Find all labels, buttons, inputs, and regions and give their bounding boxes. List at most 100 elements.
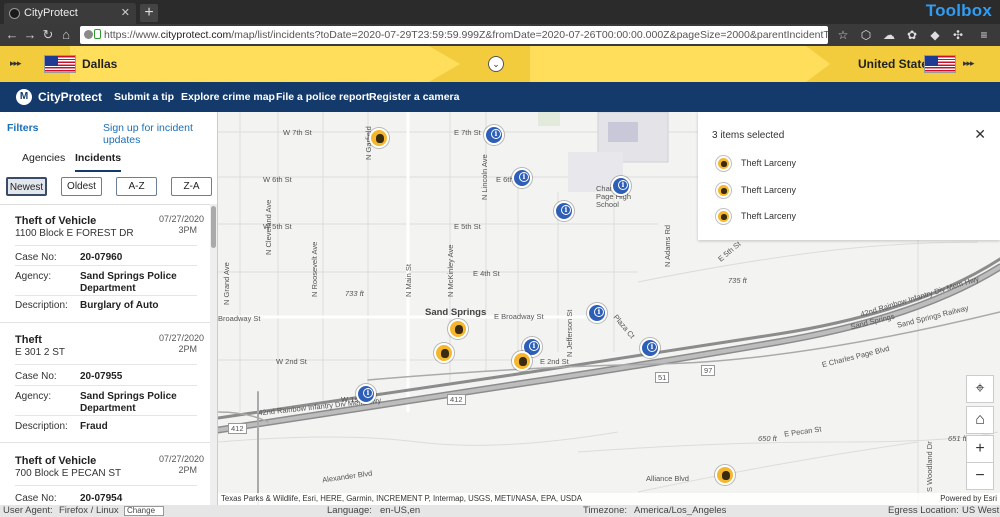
incident-date-value: 07/27/2020 [159, 333, 205, 343]
incident-title: Theft of Vehicle [15, 455, 97, 467]
bookmark-star-icon[interactable]: ☆ [835, 27, 851, 43]
browser-tab[interactable]: CityProtect ✕ [4, 3, 136, 24]
basemap-icon[interactable]: ⌂ [966, 406, 994, 434]
egress-value: US West [962, 505, 1000, 516]
incident-date-value: 07/27/2020 [159, 214, 205, 224]
theft-pin[interactable] [715, 465, 735, 485]
sort-oldest-button[interactable]: Oldest [61, 177, 102, 196]
selection-panel: 3 items selected ✕ Theft Larceny Theft L… [698, 112, 1000, 240]
nav-police-report[interactable]: File a police report [276, 91, 369, 103]
selection-item[interactable]: Theft Larceny [716, 209, 796, 224]
street-label: W 2nd St [276, 357, 307, 366]
nav-submit-tip[interactable]: Submit a tip [114, 91, 174, 103]
street-label: N Grand Ave [222, 262, 231, 305]
agency-label: Agency: [15, 271, 52, 282]
selection-item-label: Theft Larceny [741, 157, 797, 168]
incident-title: Theft of Vehicle [15, 215, 97, 227]
divider [15, 385, 197, 386]
sidebar-scrollbar[interactable] [210, 204, 217, 505]
street-label: N McKinley Ave [446, 244, 455, 297]
divider [15, 295, 197, 296]
url-domain: cityprotect.com [160, 29, 232, 41]
incident-info-pin[interactable] [356, 384, 376, 404]
status-bar: User Agent: Firefox / Linux Change Langu… [0, 505, 1000, 517]
filters-link[interactable]: Filters [7, 122, 39, 134]
street-label: W 6th St [263, 175, 292, 184]
street-label: E 4th St [473, 269, 500, 278]
street-label: E 2nd St [540, 357, 569, 366]
sort-newest-button[interactable]: Newest [6, 177, 47, 196]
addon-icon[interactable]: ✣ [950, 27, 966, 43]
back-icon[interactable]: ← [4, 26, 20, 43]
tag-icon[interactable]: ◆ [927, 27, 943, 43]
description-value: Fraud [80, 421, 108, 432]
nav-explore-map[interactable]: Explore crime map [181, 91, 275, 103]
incident-card[interactable]: Theft of Vehicle 700 Block E PECAN ST 07… [0, 443, 210, 505]
sort-za-button[interactable]: Z-A [171, 177, 212, 196]
forward-icon[interactable]: → [22, 26, 38, 43]
elevation-label: 733 ft [345, 289, 364, 298]
address-bar[interactable]: https://www.cityprotect.com/map/list/inc… [80, 26, 828, 44]
reload-icon[interactable]: ↻ [40, 26, 56, 43]
change-select[interactable]: Change [124, 506, 164, 516]
street-label: S Woodland Dr [925, 441, 934, 492]
elevation-label: 735 ft [728, 276, 747, 285]
incident-time: 3PM [178, 225, 197, 235]
incident-card[interactable]: Theft of Vehicle 1100 Block E FOREST DR … [0, 205, 210, 323]
incident-info-pin[interactable] [611, 176, 631, 196]
city-label: Sand Springs [425, 307, 487, 318]
selection-item[interactable]: Theft Larceny [716, 156, 796, 171]
incident-info-pin[interactable] [554, 201, 574, 221]
menu-icon[interactable]: ≡ [976, 27, 992, 43]
info-icon[interactable] [84, 30, 93, 39]
pocket-icon[interactable]: ⬡ [858, 27, 874, 43]
close-tab-icon[interactable]: ✕ [121, 3, 130, 24]
crime-map[interactable]: W 7th St E 7th St W 6th St E 6th St W 5t… [218, 112, 1000, 505]
theft-pin[interactable] [369, 128, 389, 148]
chevron-down-icon[interactable]: ⌄ [488, 56, 504, 72]
motorola-logo-icon[interactable]: M [16, 89, 32, 105]
tab-incidents[interactable]: Incidents [75, 152, 122, 172]
incident-info-pin[interactable] [640, 338, 660, 358]
divider [15, 265, 197, 266]
signup-link[interactable]: Sign up for incident updates [103, 122, 217, 146]
map-attribution: Texas Parks & Wildlife, Esri, HERE, Garm… [218, 493, 1000, 505]
theft-pin[interactable] [448, 319, 468, 339]
browser-tab-bar: CityProtect ✕ + Toolbox [0, 0, 1000, 24]
route-shield: 97 [701, 365, 716, 376]
incident-info-pin[interactable] [484, 125, 504, 145]
user-agent-value: Firefox / Linux [59, 505, 119, 516]
url-path: /map/list/incidents?toDate=2020-07-29T23… [231, 29, 828, 41]
cloud-icon[interactable]: ☁ [881, 27, 897, 43]
zoom-out-button[interactable]: − [966, 462, 994, 490]
close-icon[interactable]: ✕ [974, 126, 986, 143]
sort-az-button[interactable]: A-Z [116, 177, 157, 196]
scrollbar-thumb[interactable] [211, 206, 216, 248]
tab-agencies[interactable]: Agencies [22, 152, 65, 164]
selection-item[interactable]: Theft Larceny [716, 183, 796, 198]
new-tab-button[interactable]: + [140, 4, 158, 22]
incident-info-pin[interactable] [512, 168, 532, 188]
tab-title: CityProtect [24, 7, 78, 19]
locate-icon[interactable]: ⌖ [966, 375, 994, 403]
case-label: Case No: [15, 371, 57, 382]
incident-sidebar: Filters Sign up for incident updates Age… [0, 112, 218, 505]
home-icon[interactable]: ⌂ [58, 26, 74, 43]
powered-by-esri[interactable]: Powered by Esri [940, 493, 997, 505]
theft-pin[interactable] [434, 343, 454, 363]
street-label: N Main St [404, 264, 413, 297]
selection-item-label: Theft Larceny [741, 184, 797, 195]
incident-info-pin[interactable] [587, 303, 607, 323]
extension-icon[interactable]: ✿ [904, 27, 920, 43]
theft-pin[interactable] [512, 351, 532, 371]
zoom-in-button[interactable]: + [966, 435, 994, 463]
theft-icon [716, 183, 731, 198]
description-label: Description: [15, 300, 68, 311]
browser-toolbar: ← → ↻ ⌂ https://www.cityprotect.com/map/… [0, 24, 1000, 46]
case-number: 20-07954 [80, 493, 123, 504]
user-agent-label: User Agent: [3, 505, 53, 516]
arrows-icon: ▸▸▸ [10, 58, 22, 68]
nav-register-camera[interactable]: Register a camera [369, 91, 459, 103]
incident-card[interactable]: Theft E 301 2 ST 07/27/2020 2PM Case No: … [0, 323, 210, 443]
app-name[interactable]: CityProtect [38, 90, 102, 104]
